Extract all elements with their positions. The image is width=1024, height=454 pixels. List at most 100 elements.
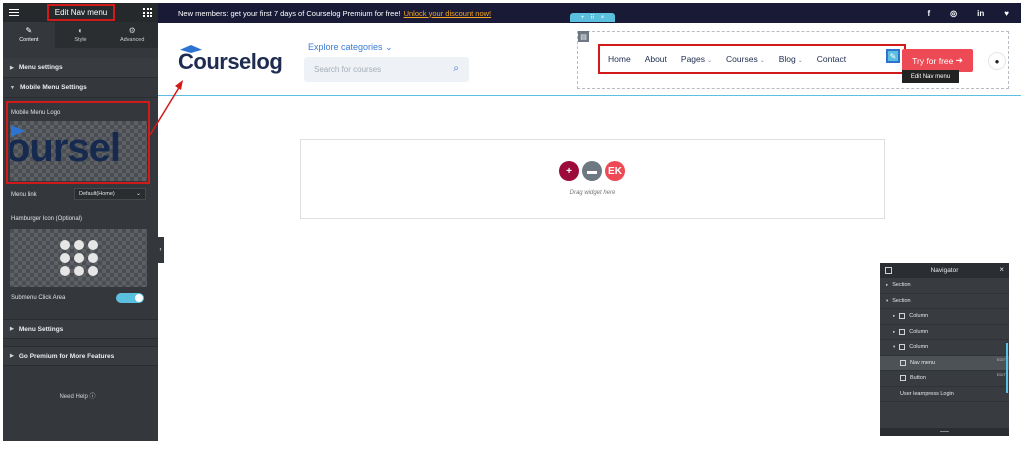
add-icon[interactable]: + — [581, 15, 585, 21]
edit-widget-icon[interactable]: ✎ — [886, 49, 900, 63]
navigator-row-label: Section — [892, 297, 911, 304]
nav-item-courses[interactable]: Courses ⌄ — [726, 54, 765, 64]
collapse-all-icon[interactable] — [885, 267, 892, 274]
hamburger-icon[interactable] — [9, 9, 19, 16]
panel-header: Edit Nav menu — [3, 3, 158, 22]
menu-link-label: Menu link — [11, 192, 37, 198]
navigator-row-label: Section — [892, 282, 911, 289]
close-icon[interactable]: × — [999, 265, 1004, 274]
search-icon[interactable]: ⌕ — [453, 63, 459, 74]
linkedin-icon[interactable]: in — [977, 9, 984, 18]
nav-item-pages[interactable]: Pages ⌄ — [681, 54, 712, 64]
navigator-panel: Navigator × ▸ Section ▾ Section ▸ Column ▸ Colu… — [880, 263, 1009, 436]
navigator-row[interactable]: ▸ Section — [880, 278, 1009, 294]
hamburger-icon-preview[interactable] — [10, 229, 147, 287]
need-help-label: Need Help — [59, 394, 88, 400]
grid-icon[interactable] — [143, 8, 152, 17]
mobile-menu-logo-label: Mobile Menu Logo — [11, 110, 61, 116]
tab-label: Content — [19, 37, 39, 43]
section-label: Go Premium for More Features — [18, 352, 115, 360]
close-icon[interactable]: × — [601, 15, 605, 21]
submenu-click-area-toggle[interactable] — [116, 293, 144, 303]
question-icon: ⓘ — [89, 394, 96, 400]
caret-right-icon[interactable]: ▸ — [893, 329, 895, 335]
caret-right-icon: ▶ — [10, 64, 14, 71]
navigator-scrollbar[interactable] — [1006, 343, 1008, 393]
nav-menu-widget[interactable]: Home About Pages ⌄ Courses ⌄ Blog ⌄ Contact — [598, 44, 906, 74]
user-icon[interactable]: ● — [988, 52, 1006, 70]
widget-icon — [900, 375, 906, 382]
section-menu-settings[interactable]: ▶ Menu settings — [3, 58, 158, 78]
navigator-row[interactable]: ▸ Column — [880, 325, 1009, 340]
caret-right-icon[interactable]: ▸ — [886, 282, 888, 288]
panel-tabs: ✎ Content ◐ Style ⚙ Advanced — [3, 22, 158, 48]
brand-logo[interactable]: Courselog — [178, 49, 283, 75]
mobile-logo-preview[interactable]: oursel — [10, 121, 147, 181]
menu-link-value: Default(Home) — [79, 191, 115, 197]
caret-right-icon: ▶ — [10, 353, 14, 359]
navigator-row[interactable]: User learnpress Login — [880, 387, 1009, 402]
navigator-edit-tag[interactable]: EDIT — [997, 357, 1006, 362]
drop-zone[interactable]: + ▬ EK Drag widget here — [300, 139, 885, 219]
navigator-row[interactable]: ▾ Section — [880, 294, 1009, 309]
tab-advanced[interactable]: ⚙ Advanced — [106, 22, 158, 48]
folder-icon[interactable]: ▬ — [582, 161, 602, 181]
section-handle[interactable]: + ⠿ × — [570, 13, 615, 22]
navigator-tree: ▸ Section ▾ Section ▸ Column ▸ Column ▾ Column Nav… — [880, 278, 1009, 402]
drop-zone-buttons: + ▬ EK — [559, 161, 625, 181]
elementskit-icon[interactable]: EK — [605, 161, 625, 181]
tab-label: Advanced — [119, 37, 145, 43]
navigator-edit-tag[interactable]: EDIT — [997, 372, 1006, 377]
notice-text: New members: get your first 7 days of Co… — [178, 8, 401, 18]
logo-preview-text: oursel — [10, 126, 121, 170]
notice-link[interactable]: Unlock your discount now! — [404, 9, 492, 18]
section-go-premium[interactable]: ▶ Go Premium for More Features — [3, 346, 158, 366]
chevron-down-icon: ⌄ — [759, 58, 765, 64]
navigator-row-label: Column — [909, 328, 929, 335]
section-menu-settings-2[interactable]: ▶ Menu Settings — [3, 319, 158, 339]
edit-tooltip: Edit Nav menu — [902, 70, 959, 83]
arrow-right-icon: ➔ — [953, 55, 963, 65]
navigator-row[interactable]: Nav menu EDIT — [880, 355, 1009, 371]
tab-label: Style — [74, 37, 87, 43]
tab-style[interactable]: ◐ Style — [55, 22, 107, 48]
half-circle-icon: ◐ — [78, 26, 83, 35]
need-help-link[interactable]: Need Help ⓘ — [0, 391, 155, 400]
submenu-click-area-label: Submenu Click Area — [11, 295, 66, 301]
chevron-down-icon: ⌄ — [385, 42, 393, 52]
section-label: Menu settings — [18, 64, 63, 71]
drag-widget-text: Drag widget here — [569, 190, 616, 196]
nav-item-contact[interactable]: Contact — [817, 54, 846, 64]
widget-icon — [899, 328, 906, 335]
navigator-row-label: Button — [910, 375, 926, 382]
add-section-button[interactable]: + — [559, 161, 579, 181]
navigator-row[interactable]: ▾ Column — [880, 340, 1009, 356]
try-for-free-button[interactable]: Try for free ➔ — [902, 49, 973, 72]
caret-right-icon: ▶ — [10, 326, 14, 332]
facebook-icon[interactable]: f — [927, 9, 930, 18]
twitter-icon[interactable]: ♥ — [1004, 9, 1009, 18]
widget-icon — [899, 344, 906, 351]
instagram-icon[interactable]: ◎ — [950, 9, 957, 18]
caret-down-icon[interactable]: ▾ — [886, 298, 888, 304]
column-handle-icon[interactable]: ▤ — [578, 31, 589, 42]
navigator-resize-handle[interactable] — [880, 428, 1009, 436]
menu-link-select[interactable]: Default(Home) ⌄ — [74, 188, 146, 200]
nav-item-about[interactable]: About — [645, 54, 667, 64]
explore-label: Explore categories — [308, 42, 383, 52]
caret-down-icon[interactable]: ▾ — [893, 344, 895, 350]
navigator-row[interactable]: ▸ Column — [880, 309, 1009, 325]
section-mobile-menu-settings[interactable]: ▼ Mobile Menu Settings — [3, 78, 158, 98]
nav-item-home[interactable]: Home — [608, 54, 631, 64]
navigator-row[interactable]: Button EDIT — [880, 371, 1009, 387]
drag-icon[interactable]: ⠿ — [590, 14, 594, 21]
collapse-panel-button[interactable]: ‹ — [157, 237, 164, 263]
search-input[interactable]: Search for courses ⌕ — [304, 57, 469, 82]
cta-label: Try for free — [912, 55, 954, 66]
caret-right-icon[interactable]: ▸ — [893, 313, 895, 319]
section-label: Menu Settings — [18, 325, 64, 333]
tab-content[interactable]: ✎ Content — [3, 22, 55, 48]
pencil-icon: ✎ — [25, 26, 33, 35]
nav-item-blog[interactable]: Blog ⌄ — [779, 54, 803, 64]
explore-categories[interactable]: Explore categories ⌄ — [308, 42, 393, 53]
